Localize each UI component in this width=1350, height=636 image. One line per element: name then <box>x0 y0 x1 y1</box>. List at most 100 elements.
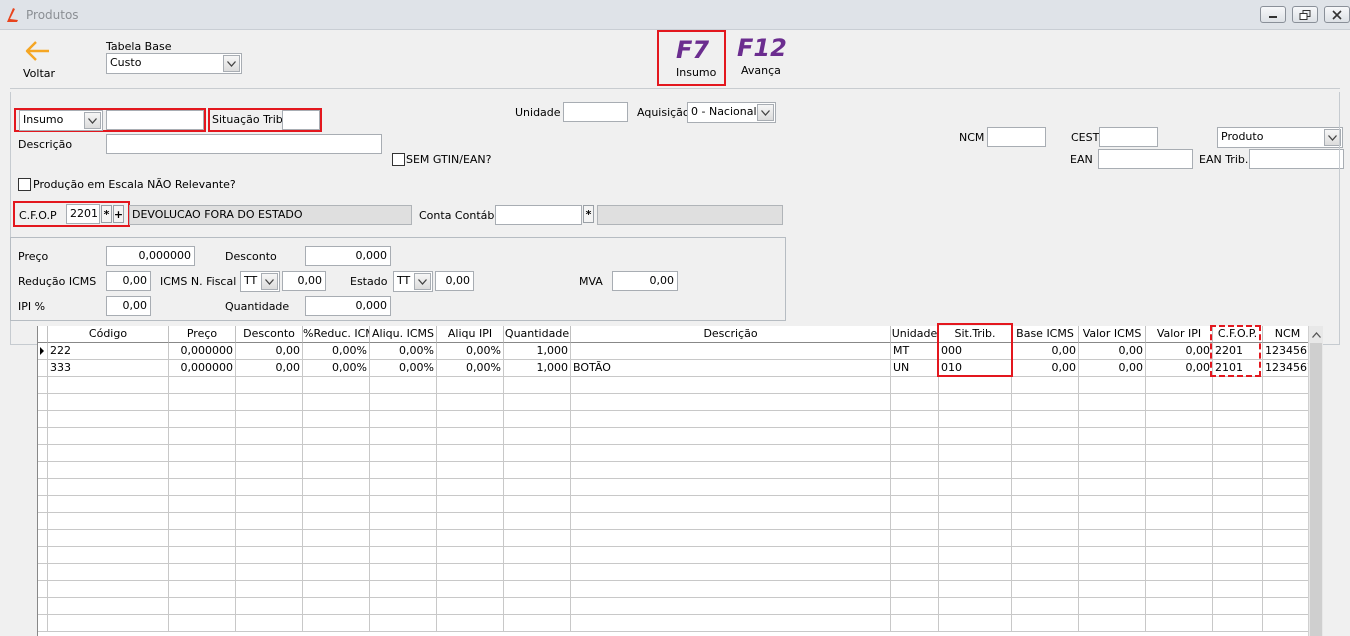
empty-cell[interactable] <box>1012 445 1079 462</box>
empty-cell[interactable] <box>1079 547 1146 564</box>
empty-cell[interactable] <box>1146 581 1213 598</box>
column-header[interactable]: Código <box>48 326 169 343</box>
empty-cell[interactable] <box>1263 513 1313 530</box>
empty-cell[interactable] <box>437 615 504 632</box>
empty-cell[interactable] <box>1146 445 1213 462</box>
empty-cell[interactable] <box>1263 564 1313 581</box>
empty-cell[interactable] <box>370 462 437 479</box>
table-cell[interactable]: 0,00 <box>1079 360 1146 377</box>
column-header[interactable]: Valor IPI <box>1146 326 1213 343</box>
empty-cell[interactable] <box>1146 394 1213 411</box>
empty-cell[interactable] <box>1146 479 1213 496</box>
empty-cell[interactable] <box>236 479 303 496</box>
column-header[interactable]: NCM <box>1263 326 1313 343</box>
column-header[interactable]: Descrição <box>571 326 891 343</box>
row-indicator[interactable] <box>38 411 48 428</box>
empty-cell[interactable] <box>571 564 891 581</box>
empty-cell[interactable] <box>437 513 504 530</box>
empty-cell[interactable] <box>891 462 939 479</box>
empty-cell[interactable] <box>48 547 169 564</box>
empty-cell[interactable] <box>939 428 1012 445</box>
empty-cell[interactable] <box>1213 598 1263 615</box>
table-cell[interactable]: 0,00% <box>437 343 504 360</box>
empty-cell[interactable] <box>1012 394 1079 411</box>
restore-button[interactable] <box>1292 6 1318 23</box>
empty-cell[interactable] <box>48 377 169 394</box>
row-indicator[interactable] <box>38 581 48 598</box>
empty-cell[interactable] <box>303 445 370 462</box>
empty-cell[interactable] <box>437 564 504 581</box>
empty-cell[interactable] <box>504 377 571 394</box>
cfop-input[interactable]: 2201 <box>66 204 100 224</box>
empty-cell[interactable] <box>370 564 437 581</box>
table-cell[interactable]: 333 <box>48 360 169 377</box>
empty-cell[interactable] <box>169 394 236 411</box>
table-cell[interactable]: 000 <box>939 343 1012 360</box>
empty-cell[interactable] <box>236 530 303 547</box>
empty-cell[interactable] <box>891 479 939 496</box>
minimize-button[interactable] <box>1260 6 1286 23</box>
empty-cell[interactable] <box>504 581 571 598</box>
column-header[interactable]: %Reduc. ICMS <box>303 326 370 343</box>
empty-cell[interactable] <box>571 411 891 428</box>
table-cell[interactable]: 1,000 <box>504 360 571 377</box>
empty-cell[interactable] <box>891 428 939 445</box>
empty-cell[interactable] <box>303 598 370 615</box>
empty-cell[interactable] <box>236 377 303 394</box>
tipo-input[interactable] <box>106 110 204 130</box>
row-indicator[interactable] <box>38 343 48 360</box>
ncm-input[interactable] <box>987 127 1046 147</box>
empty-cell[interactable] <box>370 530 437 547</box>
empty-cell[interactable] <box>437 462 504 479</box>
empty-cell[interactable] <box>48 581 169 598</box>
empty-cell[interactable] <box>1012 377 1079 394</box>
empty-cell[interactable] <box>236 547 303 564</box>
empty-cell[interactable] <box>437 598 504 615</box>
preco-input[interactable]: 0,000000 <box>106 246 195 266</box>
empty-cell[interactable] <box>939 598 1012 615</box>
empty-cell[interactable] <box>303 530 370 547</box>
table-cell[interactable]: 0,00 <box>236 343 303 360</box>
desconto-input[interactable]: 0,000 <box>305 246 391 266</box>
empty-cell[interactable] <box>370 581 437 598</box>
empty-cell[interactable] <box>891 581 939 598</box>
empty-cell[interactable] <box>1146 462 1213 479</box>
table-cell[interactable] <box>571 343 891 360</box>
empty-cell[interactable] <box>1079 462 1146 479</box>
ean-input[interactable] <box>1098 149 1193 169</box>
empty-cell[interactable] <box>571 547 891 564</box>
empty-cell[interactable] <box>571 377 891 394</box>
row-indicator[interactable] <box>38 462 48 479</box>
empty-cell[interactable] <box>1213 530 1263 547</box>
empty-cell[interactable] <box>891 598 939 615</box>
empty-cell[interactable] <box>437 581 504 598</box>
table-cell[interactable]: BOTÃO <box>571 360 891 377</box>
cfop-search-button[interactable]: * <box>101 205 112 223</box>
empty-cell[interactable] <box>504 547 571 564</box>
empty-cell[interactable] <box>571 445 891 462</box>
empty-cell[interactable] <box>437 479 504 496</box>
empty-cell[interactable] <box>1079 496 1146 513</box>
empty-cell[interactable] <box>169 598 236 615</box>
empty-cell[interactable] <box>169 615 236 632</box>
empty-cell[interactable] <box>891 377 939 394</box>
empty-cell[interactable] <box>1263 581 1313 598</box>
empty-cell[interactable] <box>571 496 891 513</box>
empty-cell[interactable] <box>891 445 939 462</box>
empty-cell[interactable] <box>504 496 571 513</box>
empty-cell[interactable] <box>1012 564 1079 581</box>
empty-cell[interactable] <box>48 615 169 632</box>
empty-cell[interactable] <box>370 513 437 530</box>
empty-cell[interactable] <box>504 445 571 462</box>
empty-cell[interactable] <box>303 462 370 479</box>
empty-cell[interactable] <box>303 428 370 445</box>
empty-cell[interactable] <box>1263 547 1313 564</box>
empty-cell[interactable] <box>1146 428 1213 445</box>
empty-cell[interactable] <box>891 513 939 530</box>
empty-cell[interactable] <box>169 496 236 513</box>
empty-cell[interactable] <box>370 411 437 428</box>
empty-cell[interactable] <box>437 411 504 428</box>
empty-cell[interactable] <box>169 462 236 479</box>
empty-cell[interactable] <box>370 598 437 615</box>
row-indicator[interactable] <box>38 547 48 564</box>
